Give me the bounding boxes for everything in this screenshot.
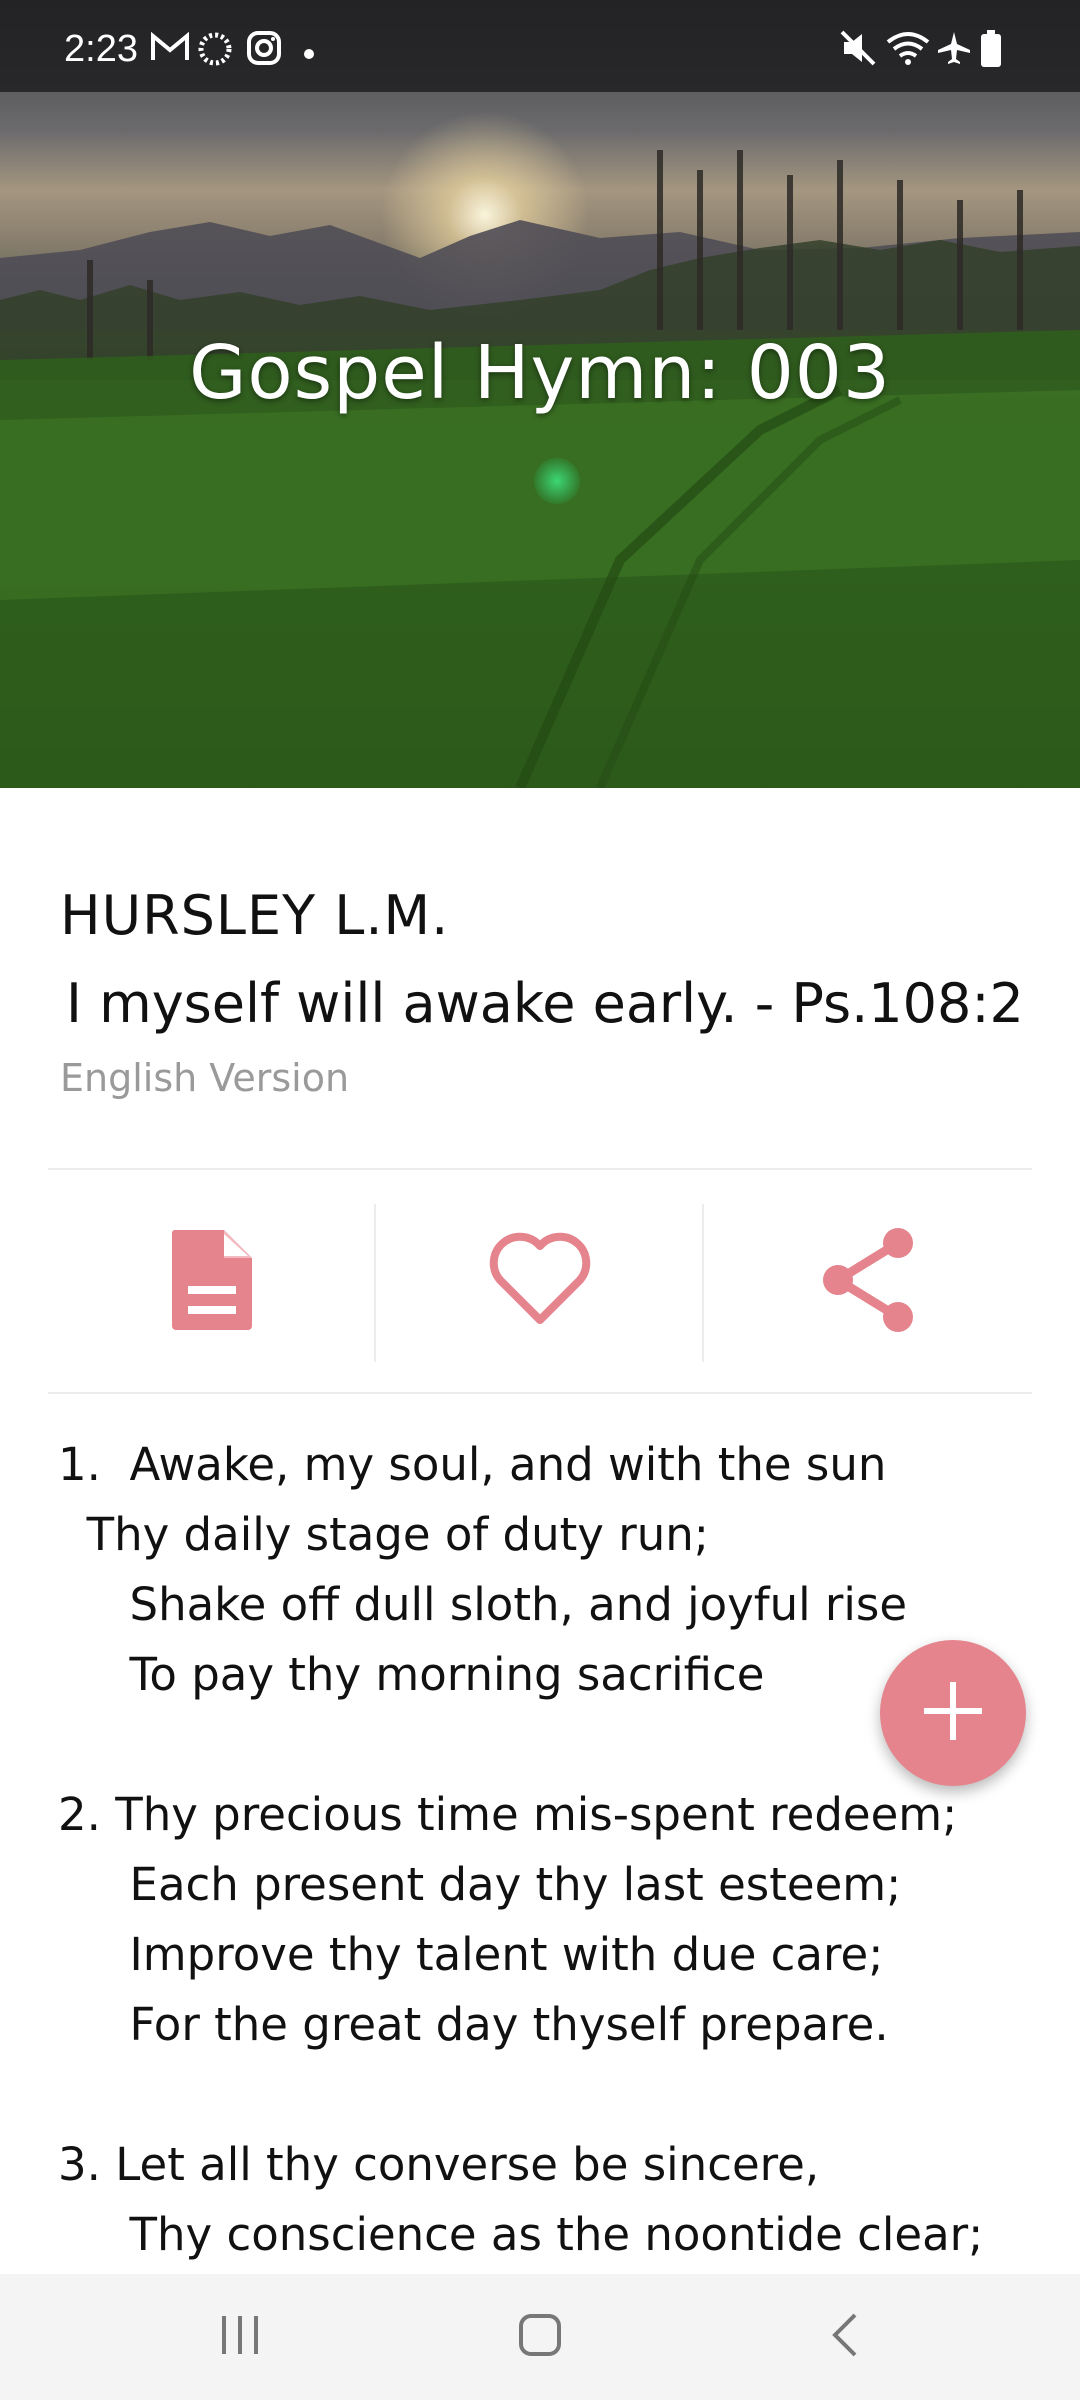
gmail-icon	[150, 30, 190, 69]
lyric-line: For the great day thyself prepare.	[58, 1998, 889, 2051]
lyric-line: Thy daily stage of duty run;	[58, 1508, 709, 1561]
tune-name: HURSLEY L.M.	[60, 884, 450, 947]
instagram-icon	[246, 30, 282, 71]
home-button[interactable]	[450, 2274, 630, 2400]
screen: Gospel Hymn: 003 2:23 HURSLEY L.M. I mys…	[0, 0, 1080, 2400]
scripture-reference: I myself will awake early. - Ps.108:2	[66, 972, 1024, 1035]
stanza: 2. Thy precious time mis-spent redeem; E…	[58, 1780, 1018, 2060]
wifi-icon	[886, 30, 930, 71]
bottom-divider	[48, 1392, 1032, 1394]
version-label: English Version	[60, 1056, 350, 1100]
top-divider	[48, 1168, 1032, 1170]
home-icon	[517, 2312, 563, 2362]
lyric-line: To pay thy morning sacrifice	[58, 1648, 765, 1701]
status-bar: 2:23	[0, 0, 1080, 92]
lens-flare	[534, 458, 580, 504]
header-image: Gospel Hymn: 003	[0, 0, 1080, 788]
recent-apps-button[interactable]	[150, 2274, 330, 2400]
battery-icon	[980, 30, 1002, 73]
plus-icon	[920, 1678, 986, 1748]
mute-icon	[840, 30, 878, 71]
document-icon	[166, 1226, 258, 1338]
stanza: 1. Awake, my soul, and with the sun Thy …	[58, 1430, 1018, 1710]
action-bar	[48, 1172, 1032, 1392]
add-fab-button[interactable]	[880, 1640, 1026, 1786]
lyric-line: 2. Thy precious time mis-spent redeem;	[58, 1788, 958, 1841]
lyric-line: Improve thy talent with due care;	[58, 1928, 884, 1981]
lyric-line: Thy conscience as the noontide clear;	[58, 2208, 984, 2261]
recent-apps-icon	[218, 2314, 262, 2360]
back-icon	[829, 2311, 859, 2363]
lyrics: 1. Awake, my soul, and with the sun Thy …	[58, 1430, 1018, 2340]
share-icon	[818, 1225, 918, 1339]
lyric-line: Shake off dull sloth, and joyful rise	[58, 1578, 908, 1631]
hymn-title: Gospel Hymn: 003	[189, 330, 891, 416]
heart-icon	[486, 1232, 594, 1332]
back-button[interactable]	[754, 2274, 934, 2400]
lyric-line: 3. Let all thy converse be sincere,	[58, 2138, 820, 2191]
sync-icon	[196, 30, 234, 73]
airplane-icon	[936, 30, 972, 71]
favorite-button[interactable]	[376, 1172, 704, 1392]
navigation-bar	[0, 2274, 1080, 2400]
stanza: 3. Let all thy converse be sincere, Thy …	[58, 2130, 1018, 2270]
lyric-line: Each present day thy last esteem;	[58, 1858, 902, 1911]
lyric-line: 1. Awake, my soul, and with the sun	[58, 1438, 887, 1491]
lyrics-button[interactable]	[48, 1172, 376, 1392]
notification-dot-icon	[304, 46, 314, 64]
status-time: 2:23	[64, 28, 138, 70]
share-button[interactable]	[704, 1172, 1032, 1392]
